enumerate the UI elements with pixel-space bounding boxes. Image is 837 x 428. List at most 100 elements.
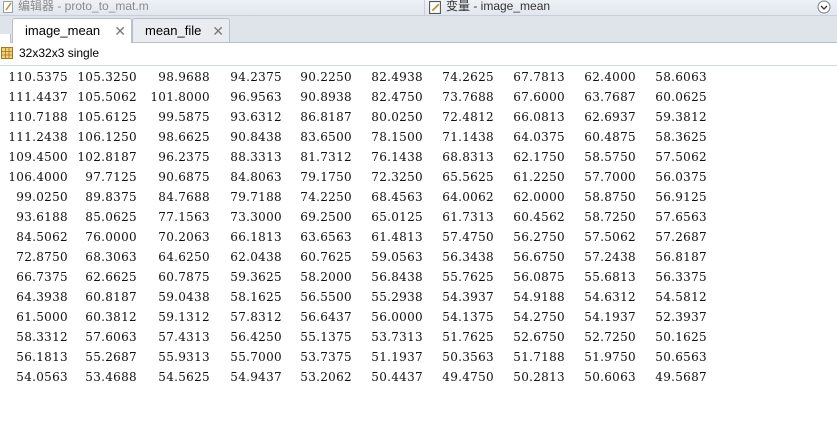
matrix-cell[interactable]: 54.1375 xyxy=(424,310,494,324)
matrix-cell[interactable]: 90.8938 xyxy=(282,90,352,104)
matrix-cell[interactable]: 52.3937 xyxy=(637,310,707,324)
matrix-cell[interactable]: 57.4313 xyxy=(140,330,210,344)
matrix-cell[interactable]: 71.1438 xyxy=(424,130,494,144)
matrix-cell[interactable]: 67.6000 xyxy=(495,90,565,104)
matrix-cell[interactable]: 105.6125 xyxy=(67,110,137,124)
matrix-cell[interactable]: 62.6937 xyxy=(566,110,636,124)
matrix-cell[interactable]: 50.6563 xyxy=(637,350,707,364)
matrix-cell[interactable]: 84.8063 xyxy=(212,170,282,184)
matrix-cell[interactable]: 52.6750 xyxy=(495,330,565,344)
matrix-cell[interactable]: 67.7813 xyxy=(495,70,565,84)
matrix-cell[interactable]: 83.6500 xyxy=(282,130,352,144)
matrix-cell[interactable]: 58.7250 xyxy=(566,210,636,224)
matrix-cell[interactable]: 58.5750 xyxy=(566,150,636,164)
matrix-cell[interactable]: 82.4938 xyxy=(353,70,423,84)
matrix-cell[interactable]: 68.3063 xyxy=(67,250,137,264)
matrix-cell[interactable]: 73.7688 xyxy=(424,90,494,104)
matrix-cell[interactable]: 60.7625 xyxy=(282,250,352,264)
matrix-view[interactable]: 110.5375 105.3250 98.9688 94.2375 90.2250 82.… xyxy=(0,70,837,390)
matrix-cell[interactable]: 60.4562 xyxy=(495,210,565,224)
matrix-cell[interactable]: 61.7313 xyxy=(424,210,494,224)
matrix-cell[interactable]: 97.7125 xyxy=(67,170,137,184)
matrix-cell[interactable]: 54.6312 xyxy=(566,290,636,304)
matrix-cell[interactable]: 58.6063 xyxy=(637,70,707,84)
matrix-cell[interactable]: 56.1813 xyxy=(0,350,68,364)
matrix-cell[interactable]: 72.8750 xyxy=(0,250,68,264)
matrix-cell[interactable]: 57.7000 xyxy=(566,170,636,184)
matrix-cell[interactable]: 55.9313 xyxy=(140,350,210,364)
matrix-cell[interactable]: 59.3625 xyxy=(212,270,282,284)
matrix-cell[interactable]: 68.4563 xyxy=(353,190,423,204)
matrix-cell[interactable]: 111.4437 xyxy=(0,90,68,104)
matrix-cell[interactable]: 63.6563 xyxy=(282,230,352,244)
matrix-cell[interactable]: 57.4750 xyxy=(424,230,494,244)
matrix-cell[interactable]: 76.0000 xyxy=(67,230,137,244)
matrix-cell[interactable]: 54.2750 xyxy=(495,310,565,324)
matrix-cell[interactable]: 88.3313 xyxy=(212,150,282,164)
matrix-cell[interactable]: 55.1375 xyxy=(282,330,352,344)
matrix-cell[interactable]: 66.1813 xyxy=(212,230,282,244)
matrix-cell[interactable]: 84.7688 xyxy=(140,190,210,204)
matrix-cell[interactable]: 56.3438 xyxy=(424,250,494,264)
variable-title[interactable]: 变量 - image_mean xyxy=(424,0,805,15)
matrix-cell[interactable]: 111.2438 xyxy=(0,130,68,144)
matrix-cell[interactable]: 57.8312 xyxy=(212,310,282,324)
chevron-down-icon[interactable] xyxy=(817,0,831,14)
matrix-cell[interactable]: 65.0125 xyxy=(353,210,423,224)
matrix-cell[interactable]: 50.3563 xyxy=(424,350,494,364)
matrix-cell[interactable]: 89.8375 xyxy=(67,190,137,204)
matrix-cell[interactable]: 56.0000 xyxy=(353,310,423,324)
matrix-cell[interactable]: 86.8187 xyxy=(282,110,352,124)
matrix-cell[interactable]: 58.2000 xyxy=(282,270,352,284)
matrix-cell[interactable]: 56.0875 xyxy=(495,270,565,284)
matrix-cell[interactable]: 59.1312 xyxy=(140,310,210,324)
matrix-cell[interactable]: 54.1937 xyxy=(566,310,636,324)
matrix-cell[interactable]: 105.5062 xyxy=(67,90,137,104)
matrix-cell[interactable]: 62.0438 xyxy=(212,250,282,264)
matrix-cell[interactable]: 98.9688 xyxy=(140,70,210,84)
matrix-cell[interactable]: 53.7375 xyxy=(282,350,352,364)
matrix-cell[interactable]: 56.9125 xyxy=(637,190,707,204)
matrix-cell[interactable]: 56.8438 xyxy=(353,270,423,284)
matrix-cell[interactable]: 62.4000 xyxy=(566,70,636,84)
matrix-cell[interactable]: 66.7375 xyxy=(0,270,68,284)
matrix-cell[interactable]: 66.0813 xyxy=(495,110,565,124)
matrix-cell[interactable]: 50.1625 xyxy=(637,330,707,344)
matrix-cell[interactable]: 59.0438 xyxy=(140,290,210,304)
matrix-cell[interactable]: 49.4750 xyxy=(424,370,494,384)
matrix-cell[interactable]: 64.0062 xyxy=(424,190,494,204)
matrix-cell[interactable]: 56.6437 xyxy=(282,310,352,324)
matrix-cell[interactable]: 64.6250 xyxy=(140,250,210,264)
matrix-cell[interactable]: 53.7313 xyxy=(353,330,423,344)
matrix-cell[interactable]: 70.2063 xyxy=(140,230,210,244)
matrix-cell[interactable]: 51.7625 xyxy=(424,330,494,344)
matrix-cell[interactable]: 81.7312 xyxy=(282,150,352,164)
matrix-cell[interactable]: 51.9750 xyxy=(566,350,636,364)
matrix-cell[interactable]: 57.6563 xyxy=(637,210,707,224)
close-icon[interactable]: ✕ xyxy=(114,19,126,43)
matrix-cell[interactable]: 64.3938 xyxy=(0,290,68,304)
matrix-cell[interactable]: 79.1750 xyxy=(282,170,352,184)
matrix-cell[interactable]: 54.5625 xyxy=(140,370,210,384)
matrix-cell[interactable]: 54.9188 xyxy=(495,290,565,304)
matrix-cell[interactable]: 59.3812 xyxy=(637,110,707,124)
matrix-cell[interactable]: 77.1563 xyxy=(140,210,210,224)
matrix-cell[interactable]: 54.9437 xyxy=(212,370,282,384)
matrix-cell[interactable]: 55.7000 xyxy=(212,350,282,364)
matrix-cell[interactable]: 51.7188 xyxy=(495,350,565,364)
matrix-cell[interactable]: 49.5687 xyxy=(637,370,707,384)
matrix-cell[interactable]: 61.5000 xyxy=(0,310,68,324)
matrix-cell[interactable]: 110.7188 xyxy=(0,110,68,124)
matrix-cell[interactable]: 60.0625 xyxy=(637,90,707,104)
matrix-cell[interactable]: 57.2438 xyxy=(566,250,636,264)
matrix-cell[interactable]: 65.5625 xyxy=(424,170,494,184)
matrix-cell[interactable]: 63.7687 xyxy=(566,90,636,104)
tab-mean-file[interactable]: mean_file ✕ xyxy=(132,18,230,42)
matrix-cell[interactable]: 68.8313 xyxy=(424,150,494,164)
matrix-cell[interactable]: 72.3250 xyxy=(353,170,423,184)
matrix-cell[interactable]: 60.8187 xyxy=(67,290,137,304)
matrix-cell[interactable]: 102.8187 xyxy=(67,150,137,164)
matrix-cell[interactable]: 55.7625 xyxy=(424,270,494,284)
matrix-cell[interactable]: 78.1500 xyxy=(353,130,423,144)
tab-image-mean[interactable]: image_mean ✕ xyxy=(12,18,132,43)
